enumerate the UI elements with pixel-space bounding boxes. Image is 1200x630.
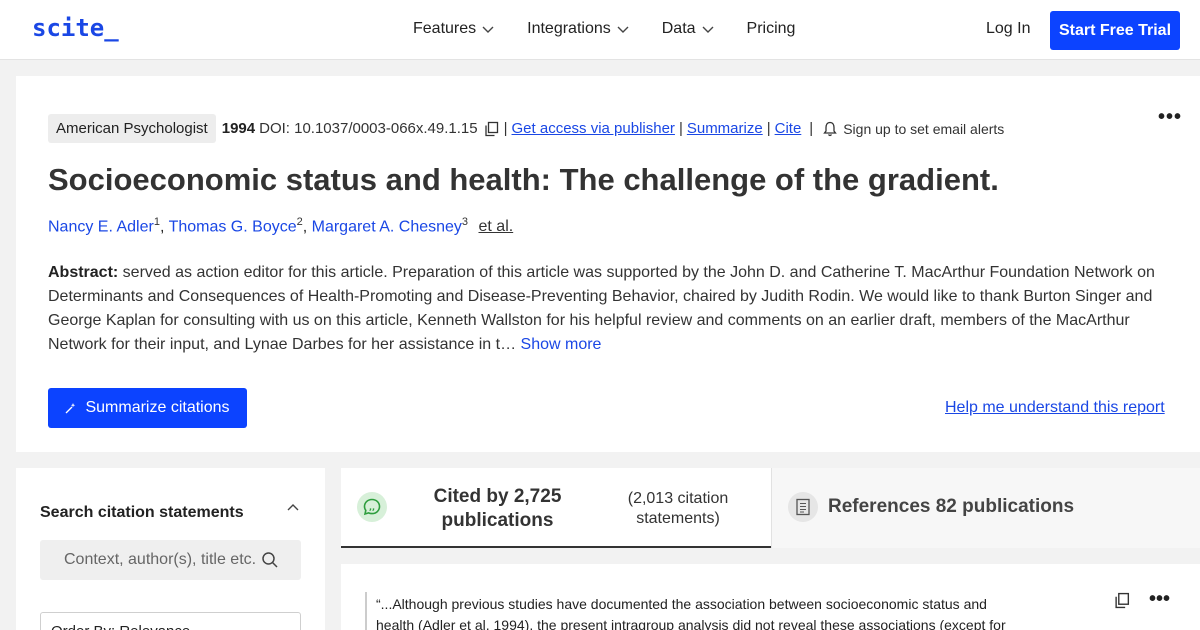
nav-integrations[interactable]: Integrations — [527, 20, 630, 38]
main-nav: Features Integrations Data Pricing — [413, 20, 827, 38]
author-separator: , — [302, 218, 312, 236]
article-meta: American Psychologist 1994 DOI: 10.1037/… — [48, 114, 1004, 143]
chevron-up-icon[interactable] — [286, 501, 300, 515]
citation-statement-card: “...Although previous studies have docum… — [341, 564, 1200, 630]
chevron-down-icon — [482, 26, 494, 33]
more-icon[interactable]: ••• — [1158, 106, 1182, 129]
nav-features-label: Features — [413, 20, 477, 37]
nav-data-label: Data — [661, 20, 696, 37]
article-title: Socioeconomic status and health: The cha… — [48, 162, 999, 197]
abstract-text: served as action editor for this article… — [48, 264, 1155, 353]
get-access-link[interactable]: Get access via publisher — [512, 120, 675, 137]
nav-integrations-label: Integrations — [527, 20, 611, 37]
author-link[interactable]: Margaret A. Chesney — [312, 218, 462, 235]
author-separator: , — [159, 218, 169, 236]
author-affiliation: 3 — [461, 216, 469, 228]
bell-icon[interactable] — [823, 121, 838, 137]
help-understand-link[interactable]: Help me understand this report — [945, 399, 1165, 417]
copy-icon[interactable] — [1114, 592, 1131, 609]
cite-link[interactable]: Cite — [775, 120, 802, 137]
order-by-select[interactable]: Order By: Relevance — [40, 612, 301, 630]
article-card: American Psychologist 1994 DOI: 10.1037/… — [16, 76, 1200, 452]
search-panel-title: Search citation statements — [40, 504, 244, 521]
login-link[interactable]: Log In — [986, 20, 1030, 38]
nav-pricing[interactable]: Pricing — [747, 20, 796, 38]
start-free-trial-button[interactable]: Start Free Trial — [1050, 11, 1180, 50]
search-icon[interactable] — [261, 551, 279, 569]
citation-search-panel: Search citation statements Order By: Rel… — [16, 468, 325, 630]
author-link[interactable]: Thomas G. Boyce — [169, 218, 297, 235]
abstract-label: Abstract: — [48, 264, 119, 281]
citation-tabs: ,, Cited by 2,725 publications (2,013 ci… — [341, 468, 1200, 548]
author-list: Nancy E. Adler1, Thomas G. Boyce2, Marga… — [48, 216, 513, 236]
author-link[interactable]: Nancy E. Adler — [48, 218, 154, 235]
separator: | — [503, 120, 508, 137]
tab-references[interactable]: References 82 publications — [772, 468, 1200, 548]
journal-badge[interactable]: American Psychologist — [48, 114, 216, 143]
summarize-link[interactable]: Summarize — [687, 120, 763, 137]
copy-icon[interactable] — [484, 121, 500, 137]
quote-bar — [365, 592, 367, 630]
sparkle-icon — [66, 403, 76, 414]
tab-cited-by[interactable]: ,, Cited by 2,725 publications (2,013 ci… — [341, 468, 771, 548]
citation-statements-count: (2,013 citation statements) — [627, 490, 729, 527]
abstract: Abstract: served as action editor for th… — [48, 261, 1158, 357]
svg-text:,,: ,, — [369, 503, 375, 512]
chevron-down-icon — [702, 26, 714, 33]
et-al-link[interactable]: et al. — [479, 218, 514, 235]
citation-reference-link[interactable]: Adler et al, 1994 — [423, 617, 525, 630]
references-label: References 82 publications — [828, 496, 1075, 517]
doi-text: DOI: 10.1037/0003-066x.49.1.15 — [259, 120, 478, 137]
separator: | — [678, 120, 683, 137]
nav-features[interactable]: Features — [413, 20, 495, 38]
separator: | — [766, 120, 771, 137]
citation-text-after: ), the present intragroup analysis did n… — [524, 617, 1006, 630]
nav-pricing-label: Pricing — [746, 20, 796, 37]
more-icon[interactable]: ••• — [1149, 588, 1170, 611]
summarize-citations-button[interactable]: Summarize citations — [48, 388, 247, 428]
show-more-link[interactable]: Show more — [521, 336, 602, 353]
citation-statement-text: “...Although previous studies have docum… — [376, 594, 1016, 630]
publication-year: 1994 — [221, 120, 256, 137]
summarize-citations-label: Summarize citations — [85, 399, 230, 416]
nav-data[interactable]: Data — [662, 20, 715, 38]
top-header: scite_ Features Integrations Data Pricin… — [0, 0, 1200, 60]
email-alert-link[interactable]: Sign up to set email alerts — [843, 121, 1004, 137]
cited-by-count: Cited by 2,725 publications — [433, 486, 562, 531]
separator: | — [809, 120, 814, 137]
scite-logo[interactable]: scite_ — [32, 14, 119, 42]
document-icon — [788, 492, 818, 522]
quote-bubble-icon: ,, — [357, 492, 387, 522]
chevron-down-icon — [617, 26, 629, 33]
